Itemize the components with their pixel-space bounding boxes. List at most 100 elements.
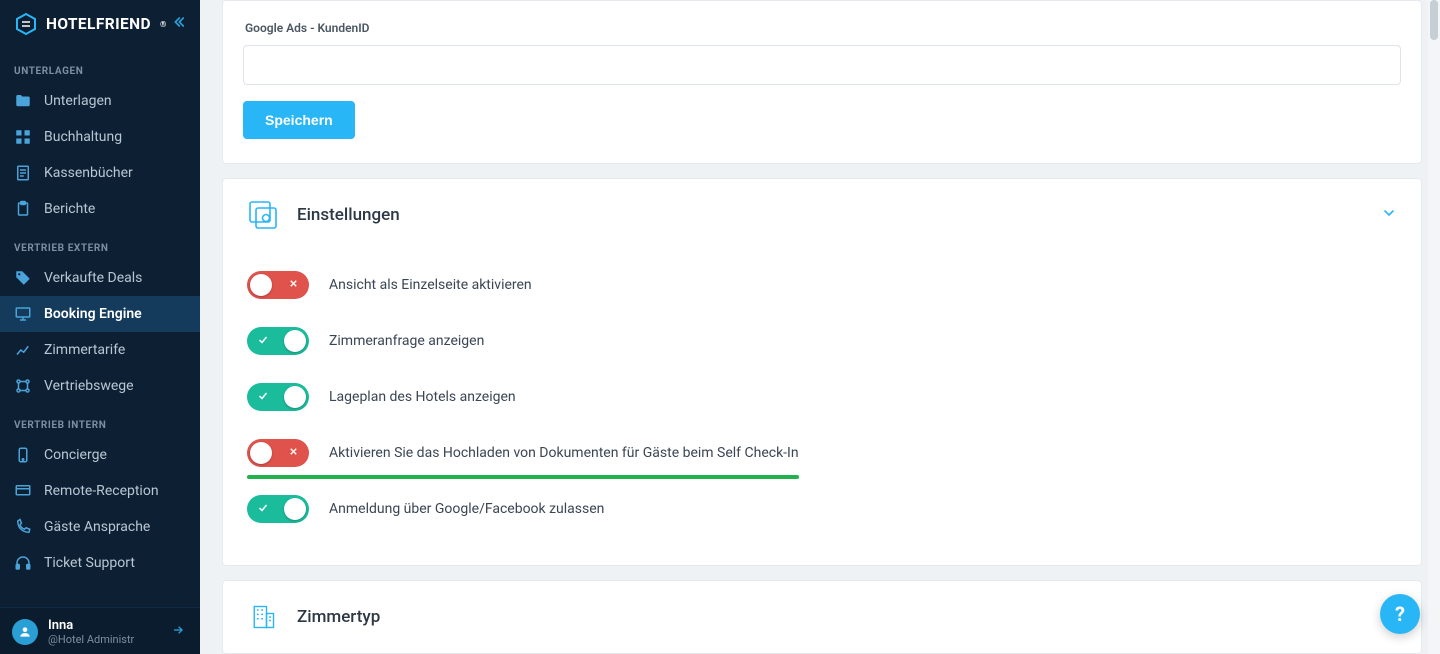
sidebar-item-g-ste-ansprache[interactable]: Gäste Ansprache <box>0 509 200 545</box>
setting-toggle[interactable] <box>247 383 309 411</box>
sidebar-item-vertriebswege[interactable]: Vertriebswege <box>0 368 200 404</box>
setting-row: Anmeldung über Google/Facebook zulassen <box>247 481 1397 537</box>
sidebar-item-zimmertarife[interactable]: Zimmertarife <box>0 332 200 368</box>
panel-settings-title: Einstellungen <box>297 205 400 225</box>
setting-row: Zimmeranfrage anzeigen <box>247 313 1397 369</box>
toggle-knob <box>284 386 306 408</box>
setting-label: Ansicht als Einzelseite aktivieren <box>329 277 532 293</box>
sidebar: HOTELFRIEND ® UNTERLAGEN Unterlagen Buchhal… <box>0 0 200 654</box>
setting-toggle[interactable] <box>247 271 309 299</box>
tag-icon <box>14 269 32 287</box>
user-block: Inna @Hotel Administr <box>48 618 162 646</box>
sidebar-item-label: Berichte <box>44 201 95 217</box>
page-scrollbar[interactable] <box>1428 0 1440 654</box>
highlight-underline <box>247 475 799 479</box>
user-name: Inna <box>48 618 162 633</box>
sidebar-item-label: Remote-Reception <box>44 483 159 499</box>
nav-section-title: VERTRIEB EXTERN <box>0 233 200 260</box>
sidebar-item-label: Gäste Ansprache <box>44 519 150 535</box>
doc-icon <box>14 164 32 182</box>
sidebar-item-label: Buchhaltung <box>44 129 122 145</box>
setting-label: Aktivieren Sie das Hochladen von Dokumen… <box>329 445 799 461</box>
sidebar-item-label: Unterlagen <box>44 93 112 109</box>
toggle-knob <box>250 274 272 296</box>
user-role: @Hotel Administr <box>48 633 162 646</box>
toggle-knob <box>284 330 306 352</box>
building-icon <box>247 601 279 633</box>
brand-trademark: ® <box>160 20 167 29</box>
phone-icon <box>14 518 32 536</box>
sidebar-header: HOTELFRIEND ® <box>0 0 200 50</box>
setting-toggle[interactable] <box>247 327 309 355</box>
setting-toggle[interactable] <box>247 495 309 523</box>
help-button[interactable]: ? <box>1380 594 1420 634</box>
chart-icon <box>14 341 32 359</box>
ga-field-label: Google Ads - KundenID <box>245 21 1401 35</box>
sidebar-item-buchhaltung[interactable]: Buchhaltung <box>0 119 200 155</box>
folder-icon <box>14 92 32 110</box>
settings-body: Ansicht als Einzelseite aktivieren Zimmer… <box>223 251 1421 565</box>
brand[interactable]: HOTELFRIEND ® <box>14 12 167 36</box>
clipboard-icon <box>14 200 32 218</box>
avatar[interactable] <box>12 619 38 645</box>
setting-row: Ansicht als Einzelseite aktivieren <box>247 257 1397 313</box>
sidebar-item-label: Verkaufte Deals <box>44 270 142 286</box>
setting-row: Lageplan des Hotels anzeigen <box>247 369 1397 425</box>
check-icon <box>257 390 269 405</box>
headset-icon <box>14 554 32 572</box>
setting-row: Aktivieren Sie das Hochladen von Dokumen… <box>247 425 1397 481</box>
sidebar-item-kassenb-cher[interactable]: Kassenbücher <box>0 155 200 191</box>
nav-section: VERTRIEB EXTERN Verkaufte Deals Booking En… <box>0 227 200 404</box>
setting-label: Lageplan des Hotels anzeigen <box>329 389 516 405</box>
sidebar-item-label: Concierge <box>44 447 107 463</box>
nav-section-title: UNTERLAGEN <box>0 56 200 83</box>
monitor-icon <box>14 305 32 323</box>
grid-icon <box>14 128 32 146</box>
panel-roomtype-title: Zimmertyp <box>297 607 380 627</box>
panel-google-ads: Google Ads - KundenID Speichern <box>222 0 1422 164</box>
sidebar-item-booking-engine[interactable]: Booking Engine <box>0 296 200 332</box>
settings-icon <box>247 199 279 231</box>
chevron-down-icon[interactable] <box>1381 205 1397 225</box>
sidebar-item-remote-reception[interactable]: Remote-Reception <box>0 473 200 509</box>
nav-section-title: VERTRIEB INTERN <box>0 410 200 437</box>
ga-field-input[interactable] <box>243 45 1401 85</box>
toggle-knob <box>284 498 306 520</box>
sidebar-item-label: Vertriebswege <box>44 378 134 394</box>
sidebar-collapse-button[interactable] <box>170 14 186 34</box>
sidebar-item-label: Zimmertarife <box>44 342 125 358</box>
save-button[interactable]: Speichern <box>243 101 355 139</box>
panel-settings-header[interactable]: Einstellungen <box>223 179 1421 251</box>
close-icon <box>288 278 299 292</box>
sidebar-item-label: Ticket Support <box>44 555 135 571</box>
setting-label: Anmeldung über Google/Facebook zulassen <box>329 501 604 517</box>
mobile-icon <box>14 446 32 464</box>
sidebar-item-unterlagen[interactable]: Unterlagen <box>0 83 200 119</box>
network-icon <box>14 377 32 395</box>
sidebar-item-concierge[interactable]: Concierge <box>0 437 200 473</box>
toggle-knob <box>250 442 272 464</box>
sidebar-item-label: Kassenbücher <box>44 165 133 181</box>
panel-settings: Einstellungen Ansicht als Einzelseite ak… <box>222 178 1422 566</box>
panel-roomtype: Zimmertyp <box>222 580 1422 654</box>
sidebar-nav: UNTERLAGEN Unterlagen Buchhaltung Kassenbüc… <box>0 50 200 581</box>
brand-name: HOTELFRIEND <box>46 15 151 33</box>
main-content: Google Ads - KundenID Speichern Einstell… <box>200 0 1440 654</box>
nav-section: VERTRIEB INTERN Concierge Remote-Reception… <box>0 404 200 581</box>
close-icon <box>288 446 299 460</box>
check-icon <box>257 502 269 517</box>
sidebar-item-label: Booking Engine <box>44 306 142 322</box>
panel-roomtype-header[interactable]: Zimmertyp <box>223 581 1421 653</box>
brand-logo-icon <box>14 12 38 36</box>
setting-label: Zimmeranfrage anzeigen <box>329 333 484 349</box>
sidebar-user: Inna @Hotel Administr <box>0 607 200 654</box>
logout-icon[interactable] <box>172 622 188 642</box>
setting-toggle[interactable] <box>247 439 309 467</box>
sidebar-item-verkaufte-deals[interactable]: Verkaufte Deals <box>0 260 200 296</box>
check-icon <box>257 334 269 349</box>
nav-section: UNTERLAGEN Unterlagen Buchhaltung Kassenbüc… <box>0 50 200 227</box>
scroll-up-arrow[interactable] <box>1430 0 1438 40</box>
app-root: HOTELFRIEND ® UNTERLAGEN Unterlagen Buchhal… <box>0 0 1440 654</box>
sidebar-item-ticket-support[interactable]: Ticket Support <box>0 545 200 581</box>
sidebar-item-berichte[interactable]: Berichte <box>0 191 200 227</box>
